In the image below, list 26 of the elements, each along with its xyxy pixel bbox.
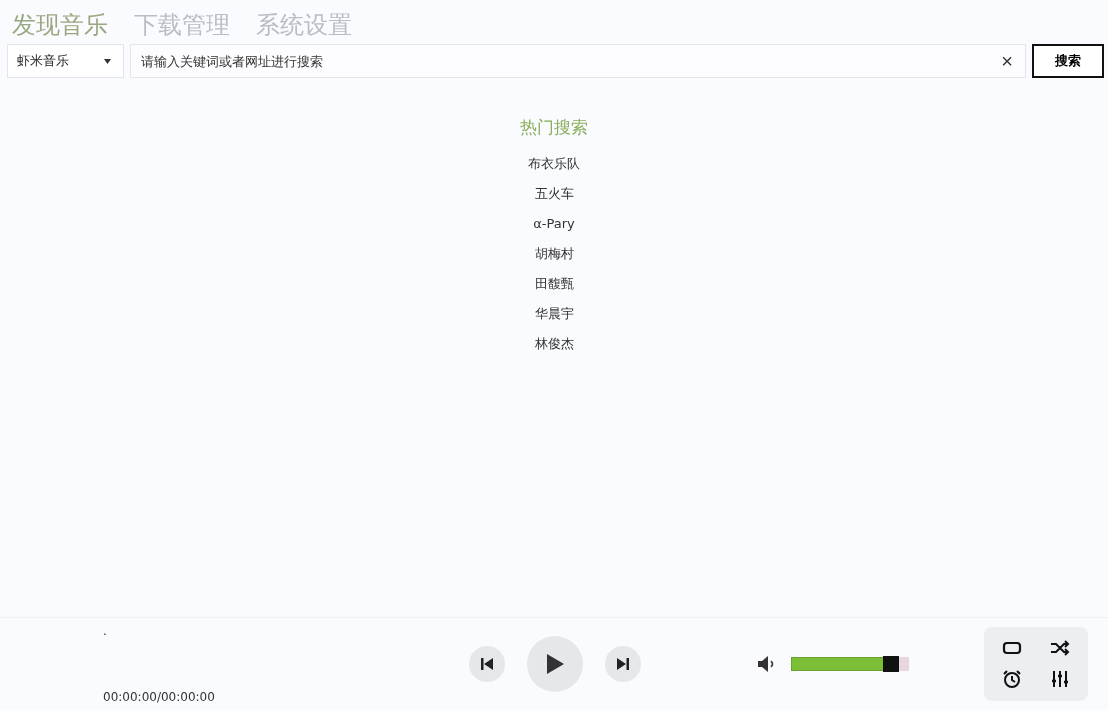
source-dropdown[interactable]: 虾米音乐: [7, 44, 124, 78]
hot-search-link[interactable]: 胡梅村: [534, 239, 574, 269]
caret-icon: [104, 58, 111, 64]
hot-search-link[interactable]: 五火车: [534, 179, 574, 209]
hot-search-link[interactable]: 林俊杰: [534, 329, 574, 359]
volume-slider[interactable]: [791, 657, 909, 671]
time-display: 00:00:00/00:00:00: [103, 690, 216, 704]
search-button[interactable]: 搜索: [1032, 44, 1104, 78]
alarm-clock-icon[interactable]: [1002, 668, 1022, 689]
shuffle-icon[interactable]: [1050, 639, 1070, 656]
clear-button[interactable]: ×: [997, 49, 1017, 73]
hot-search-title: 热门搜索: [520, 116, 588, 139]
equalizer-icon[interactable]: [1051, 669, 1069, 688]
search-field[interactable]: 请输入关键词或者网址进行搜索 ×: [130, 44, 1026, 78]
play-button[interactable]: [527, 636, 583, 692]
hot-search-link[interactable]: 田馥甄: [534, 269, 574, 299]
skip-back-icon: [480, 657, 494, 671]
next-button[interactable]: [605, 646, 641, 682]
play-icon: [545, 653, 565, 675]
previous-button[interactable]: [469, 646, 505, 682]
skip-forward-icon: [616, 657, 630, 671]
repeat-icon[interactable]: [1002, 640, 1022, 655]
hot-search-link[interactable]: 华晨宇: [534, 299, 574, 329]
hot-search-link[interactable]: α-Pary: [533, 209, 575, 239]
song-title: .: [103, 624, 108, 638]
hot-search-link[interactable]: 布衣乐队: [528, 149, 580, 179]
